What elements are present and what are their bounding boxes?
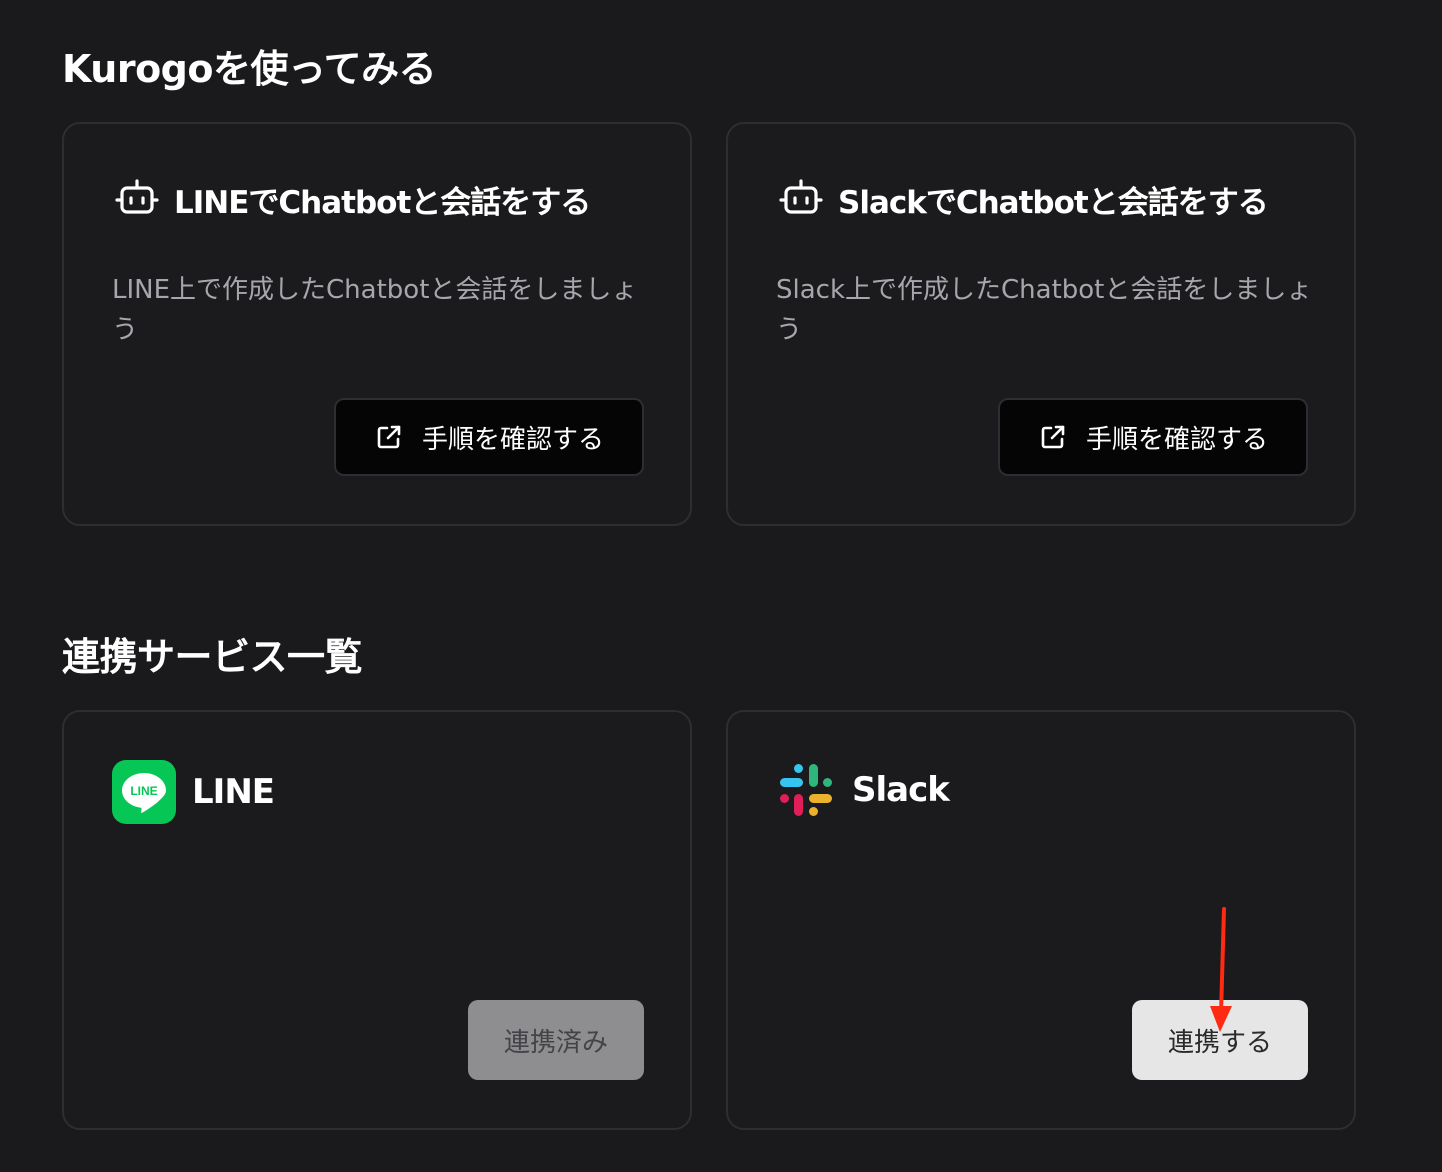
slack-logo-icon [780, 764, 832, 816]
external-link-icon [377, 425, 401, 449]
guide-title: SlackでChatbotと会話をする [838, 184, 1269, 221]
view-steps-button[interactable]: 手順を確認する [334, 398, 644, 476]
service-name: LINE [192, 772, 275, 812]
guide-card-slack: SlackでChatbotと会話をする Slack上で作成したChatbotと会… [726, 122, 1356, 526]
line-logo-icon: LINE [112, 760, 176, 824]
guide-card-line: LINEでChatbotと会話をする LINE上で作成したChatbotと会話を… [62, 122, 692, 526]
service-header: LINE LINE [112, 760, 275, 824]
service-name: Slack [852, 770, 950, 810]
guide-description: Slack上で作成したChatbotと会話をしましょう [776, 275, 1313, 345]
slack-connect-button[interactable]: 連携する [1132, 1000, 1308, 1080]
section-title-try-kurogo: Kurogoを使ってみる [62, 47, 437, 91]
external-link-icon [1041, 425, 1065, 449]
robot-icon [779, 179, 823, 214]
section-title-connected-services: 連携サービス一覧 [62, 635, 363, 679]
service-card-slack: Slack 連携する [726, 710, 1356, 1130]
service-card-line: LINE LINE 連携済み [62, 710, 692, 1130]
view-steps-button[interactable]: 手順を確認する [998, 398, 1308, 476]
svg-text:LINE: LINE [130, 784, 157, 798]
service-header: Slack [776, 760, 950, 820]
guide-description: LINE上で作成したChatbotと会話をしましょう [112, 275, 638, 345]
view-steps-label: 手順を確認する [421, 424, 604, 455]
robot-icon [115, 179, 159, 214]
page: Kurogoを使ってみる LINEでChatbotと会話をする LINE上で作成… [0, 0, 1442, 1172]
guide-card-header: LINEでChatbotと会話をする [114, 176, 591, 222]
guide-title: LINEでChatbotと会話をする [174, 184, 591, 221]
guide-card-header: SlackでChatbotと会話をする [778, 176, 1269, 222]
line-connected-button: 連携済み [468, 1000, 644, 1080]
view-steps-label: 手順を確認する [1085, 424, 1268, 455]
